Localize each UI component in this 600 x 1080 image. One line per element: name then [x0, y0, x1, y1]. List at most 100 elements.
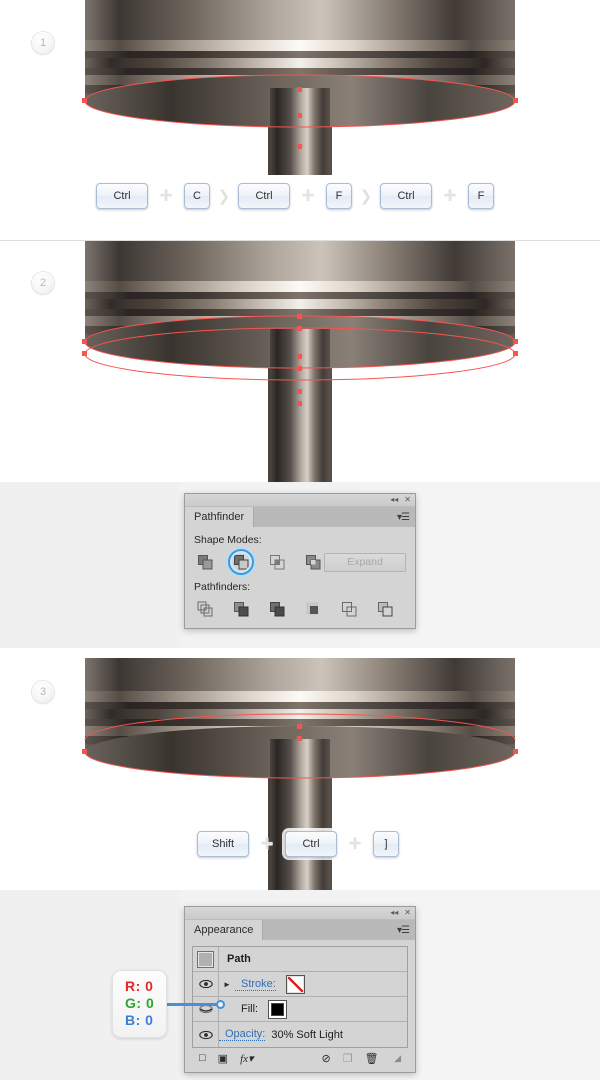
- metal-lamp-illustration-2: [82, 241, 518, 482]
- key-f[interactable]: F: [326, 183, 352, 209]
- shape-mode-exclude-button[interactable]: [302, 552, 324, 572]
- appearance-row-fill[interactable]: Fill:: [193, 997, 407, 1022]
- artwork-step-2: [0, 241, 600, 482]
- fill-swatch-black-icon[interactable]: [268, 999, 288, 1019]
- opacity-value: 30% Soft Light: [271, 1028, 343, 1041]
- key-ctrl[interactable]: Ctrl: [96, 183, 148, 209]
- shortcut-bring-to-front: Shift + Ctrl + ]: [197, 831, 399, 857]
- pathfinder-section: ◂◂ ✕ Pathfinder ▾☰ Shape Modes: Expand P…: [0, 482, 600, 648]
- step-1-section: 1 Ctrl + C ❯ Ctrl + F ❯ Ctrl + F: [0, 0, 600, 240]
- step-badge-2: 2: [32, 272, 54, 294]
- rgb-color-callout: R: 0 G: 0 B: 0: [112, 970, 168, 1038]
- appearance-object-row[interactable]: Path: [193, 947, 407, 972]
- plus-icon: +: [301, 183, 315, 208]
- appearance-row-opacity[interactable]: Opacity: 30% Soft Light: [193, 1022, 407, 1047]
- pathfinders-row: [194, 599, 406, 619]
- key-ctrl[interactable]: Ctrl: [238, 183, 290, 209]
- shape-modes-label: Shape Modes:: [194, 534, 262, 546]
- callout-connector-dot: [216, 1000, 225, 1009]
- pathfinders-label: Pathfinders:: [194, 581, 251, 593]
- artwork-step-1: [0, 0, 600, 175]
- rgb-g-value: G: 0: [125, 995, 155, 1011]
- unite-icon: [197, 554, 212, 569]
- chevron-right-icon: ❯: [217, 187, 231, 205]
- collapse-icon[interactable]: ◂◂: [390, 909, 398, 917]
- add-new-stroke-button[interactable]: □: [199, 1052, 206, 1064]
- exclude-icon: [305, 554, 320, 569]
- plus-icon: +: [159, 183, 173, 208]
- resize-grip-icon[interactable]: ◢: [394, 1053, 401, 1064]
- add-new-effect-button[interactable]: fx▾: [240, 1052, 253, 1065]
- pathfinder-panel: ◂◂ ✕ Pathfinder ▾☰ Shape Modes: Expand P…: [184, 493, 416, 629]
- pathfinder-merge-button[interactable]: [266, 599, 288, 619]
- shape-mode-minus-front-button[interactable]: [228, 549, 254, 575]
- visibility-toggle[interactable]: [193, 1022, 219, 1047]
- appearance-section: ◂◂ ✕ Appearance ▾☰ Path ► Stroke: Fill: …: [0, 890, 600, 1080]
- minus-back-icon: [377, 601, 392, 616]
- appearance-tabbar: Appearance ▾☰: [185, 920, 415, 940]
- panel-menu-icon[interactable]: ▾☰: [397, 925, 410, 936]
- appearance-tab-filler: ▾☰: [263, 920, 415, 940]
- shape-mode-intersect-button[interactable]: [266, 552, 288, 572]
- key-ctrl[interactable]: Ctrl: [380, 183, 432, 209]
- delete-item-button[interactable]: 🗑: [365, 1052, 379, 1065]
- stroke-label[interactable]: Stroke:: [235, 978, 276, 991]
- visibility-toggle[interactable]: [193, 997, 219, 1021]
- shape-modes-row: Expand: [194, 549, 406, 575]
- shape-mode-unite-button[interactable]: [194, 552, 216, 572]
- plus-icon: +: [348, 831, 362, 856]
- tab-pathfinder[interactable]: Pathfinder: [185, 507, 255, 527]
- disclosure-triangle-icon[interactable]: ►: [219, 980, 235, 989]
- appearance-toolbar: □ ▣ fx▾ ⊘ ❐ 🗑 ◢: [192, 1048, 408, 1068]
- trim-icon: [233, 601, 248, 616]
- chevron-right-icon: ❯: [359, 187, 373, 205]
- panel-menu-icon[interactable]: ▾☰: [397, 512, 410, 523]
- plus-icon: +: [443, 183, 457, 208]
- close-icon[interactable]: ✕: [404, 909, 411, 917]
- pathfinder-body: Shape Modes: Expand Pathfinders:: [185, 527, 415, 628]
- key-f[interactable]: F: [468, 183, 494, 209]
- tutorial-page: 1 Ctrl + C ❯ Ctrl + F ❯ Ctrl + F 2 ◂◂ ✕ …: [0, 0, 600, 1080]
- pathfinder-outline-button[interactable]: [338, 599, 360, 619]
- outline-icon: [341, 601, 356, 616]
- pathfinder-titlebar: ◂◂ ✕: [185, 494, 415, 507]
- key-c[interactable]: C: [184, 183, 210, 209]
- pathfinder-crop-button[interactable]: [302, 599, 324, 619]
- selected-ring-indicator: [228, 549, 254, 575]
- object-thumbnail-cell: [193, 947, 219, 971]
- pathfinder-trim-button[interactable]: [230, 599, 252, 619]
- rgb-b-value: B: 0: [125, 1012, 154, 1028]
- pathfinder-tab-filler: ▾☰: [254, 507, 415, 527]
- collapse-icon[interactable]: ◂◂: [390, 496, 398, 504]
- object-thumbnail: [197, 950, 214, 968]
- opacity-label[interactable]: Opacity:: [219, 1028, 266, 1041]
- rgb-r-value: R: 0: [125, 978, 154, 994]
- step-badge-1: 1: [32, 32, 54, 54]
- pathfinder-tabbar: Pathfinder ▾☰: [185, 507, 415, 527]
- plus-icon: +: [260, 831, 274, 856]
- pathfinder-minus-back-button[interactable]: [374, 599, 396, 619]
- pathfinder-divide-button[interactable]: [194, 599, 216, 619]
- merge-icon: [269, 601, 284, 616]
- key-right-bracket[interactable]: ]: [373, 831, 399, 857]
- step-3-section: 3 Shift + Ctrl + ]: [0, 648, 600, 890]
- eye-icon: [198, 979, 213, 989]
- tab-appearance[interactable]: Appearance: [185, 920, 264, 940]
- object-name-label: Path: [227, 953, 251, 965]
- duplicate-item-button[interactable]: ❐: [343, 1052, 353, 1065]
- visibility-toggle[interactable]: [193, 972, 219, 996]
- metal-lamp-illustration-1: [82, 0, 518, 175]
- shortcut-copy-paste-front: Ctrl + C ❯ Ctrl + F ❯ Ctrl + F: [96, 183, 494, 209]
- key-shift[interactable]: Shift: [197, 831, 249, 857]
- add-new-fill-button[interactable]: ▣: [218, 1052, 228, 1065]
- expand-button[interactable]: Expand: [324, 552, 406, 572]
- eye-icon: [198, 1030, 213, 1039]
- key-ctrl[interactable]: Ctrl: [285, 831, 337, 857]
- stroke-swatch-none-icon[interactable]: [285, 974, 305, 994]
- appearance-row-stroke[interactable]: ► Stroke:: [193, 972, 407, 997]
- clear-appearance-button[interactable]: ⊘: [322, 1052, 331, 1065]
- divide-icon: [197, 601, 212, 616]
- close-icon[interactable]: ✕: [404, 496, 411, 504]
- appearance-item-list: Path ► Stroke: Fill: Opacity: 30% Soft L…: [192, 946, 408, 1048]
- fill-label[interactable]: Fill:: [235, 1003, 258, 1015]
